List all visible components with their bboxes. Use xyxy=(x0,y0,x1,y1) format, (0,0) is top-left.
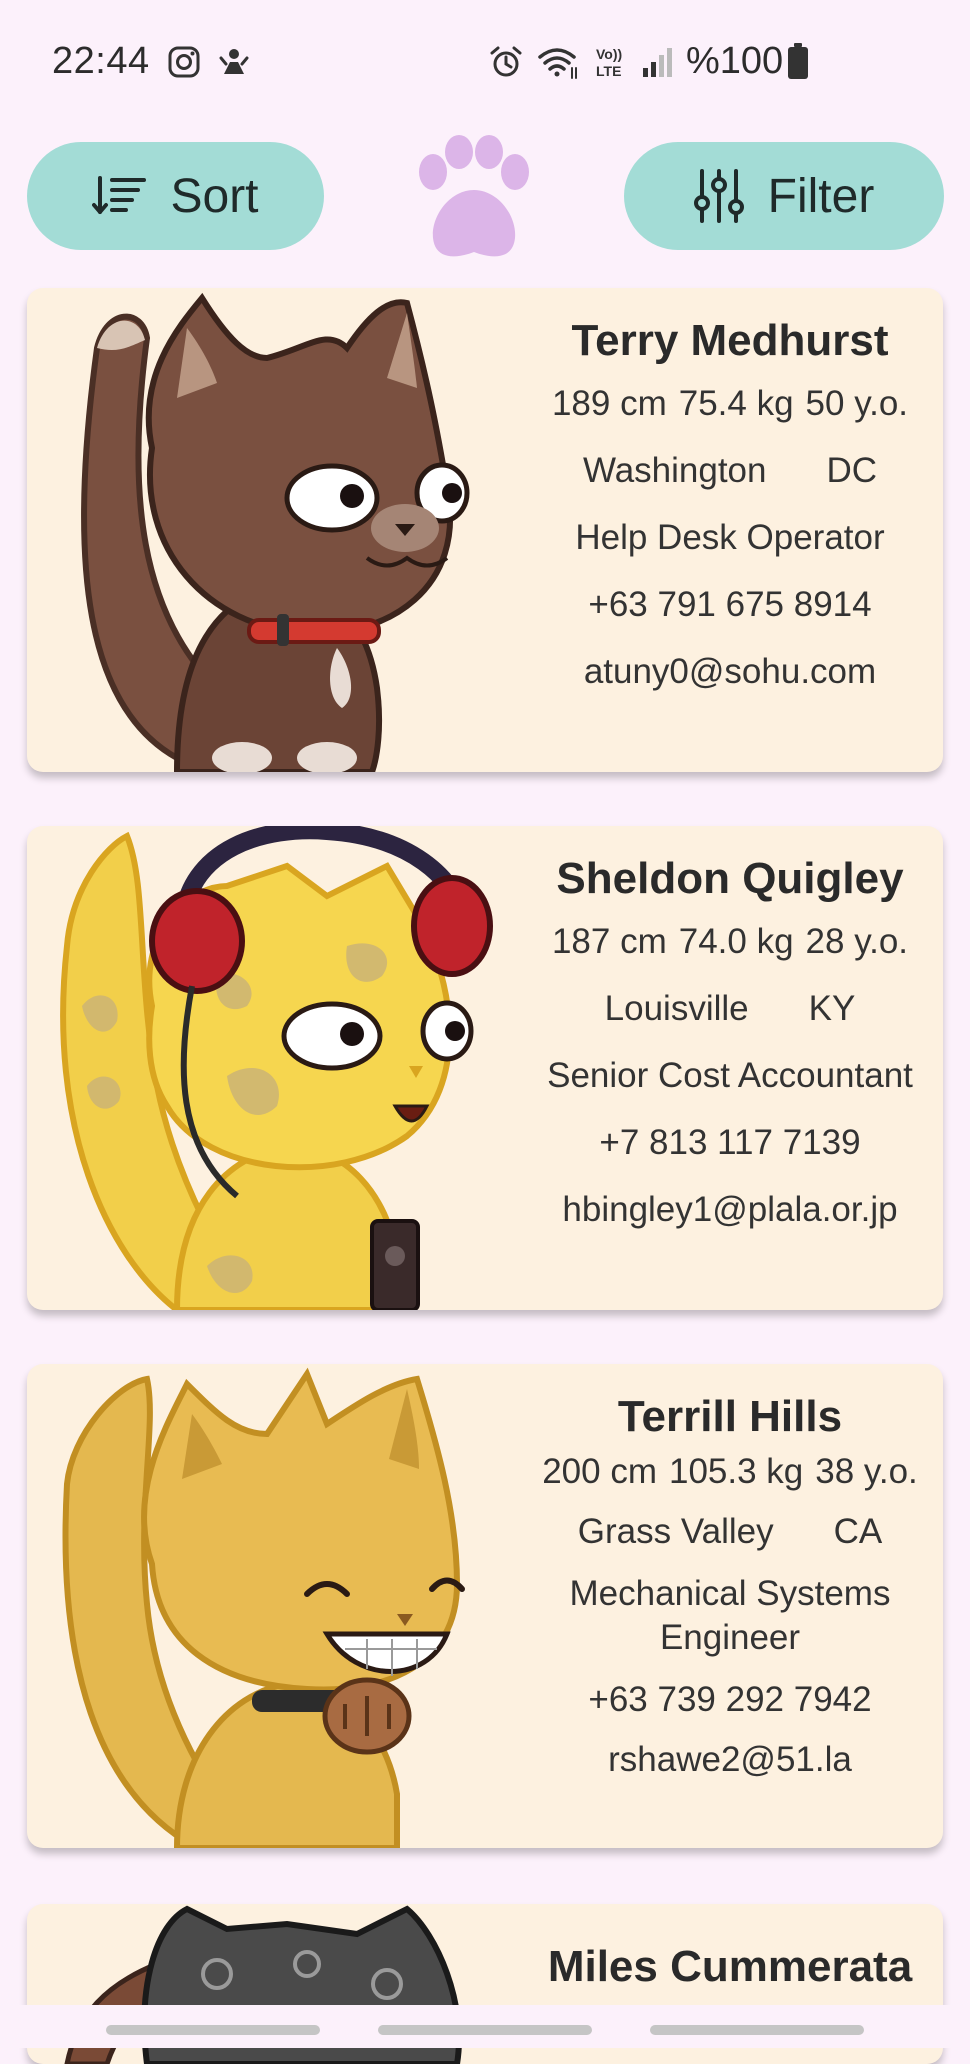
nav-home-handle[interactable] xyxy=(378,2025,592,2035)
filter-label: Filter xyxy=(767,169,875,223)
user-height: 200 cm xyxy=(542,1452,657,1491)
volte-icon: Vo)) LTE xyxy=(596,46,622,79)
user-stats: 189 cm 75.4 kg 50 y.o. xyxy=(517,384,943,424)
user-email[interactable]: hbingley1@plala.or.jp xyxy=(517,1190,943,1230)
svg-text:LTE: LTE xyxy=(596,63,621,79)
sort-button[interactable]: Sort xyxy=(27,142,324,250)
user-phone[interactable]: +63 791 675 8914 xyxy=(517,585,943,625)
card-info: Miles Cummerata xyxy=(517,1904,943,1992)
sort-icon xyxy=(92,176,147,214)
user-city: Grass Valley xyxy=(577,1512,774,1551)
user-location: Grass Valley CA xyxy=(517,1512,943,1552)
paw-logo-icon xyxy=(419,135,529,257)
card-info: Terrill Hills 200 cm 105.3 kg 38 y.o. Gras… xyxy=(517,1364,943,1780)
user-state: DC xyxy=(826,451,878,490)
nav-back-handle[interactable] xyxy=(650,2025,864,2035)
sort-label: Sort xyxy=(170,169,259,223)
user-city: Louisville xyxy=(604,989,749,1028)
user-age: 50 y.o. xyxy=(805,384,909,423)
user-name: Sheldon Quigley xyxy=(556,854,904,903)
user-state: KY xyxy=(808,989,856,1028)
status-time: 22:44 xyxy=(52,40,150,82)
user-weight: 74.0 kg xyxy=(678,922,794,961)
user-stats: 200 cm 105.3 kg 38 y.o. xyxy=(517,1452,943,1492)
golden-cat-collar-avatar xyxy=(62,1367,465,1848)
user-card[interactable]: Terry Medhurst 189 cm 75.4 kg 50 y.o. Wash… xyxy=(27,288,943,772)
yellow-cat-headphones-avatar xyxy=(60,826,493,1310)
user-job: Help Desk Operator xyxy=(575,518,885,557)
user-card[interactable]: Sheldon Quigley 187 cm 74.0 kg 28 y.o. Lou… xyxy=(27,826,943,1310)
navigation-bar xyxy=(0,2005,970,2048)
battery-percentage: %100 xyxy=(686,40,784,82)
brown-cat-avatar xyxy=(81,292,470,772)
user-job: Senior Cost Accountant xyxy=(547,1056,913,1095)
instagram-icon xyxy=(168,46,200,78)
wifi-icon xyxy=(538,48,577,79)
user-email[interactable]: atuny0@sohu.com xyxy=(517,652,943,692)
user-weight: 75.4 kg xyxy=(678,384,794,423)
user-email[interactable]: rshawe2@51.la xyxy=(517,1740,943,1780)
user-state: CA xyxy=(833,1512,883,1551)
user-name: Miles Cummerata xyxy=(547,1942,913,1991)
status-bar: 22:44 Vo)) LTE %100 xyxy=(0,0,970,110)
user-name: Terry Medhurst xyxy=(571,316,889,365)
filter-sliders-icon xyxy=(693,169,744,223)
card-info: Sheldon Quigley 187 cm 74.0 kg 28 y.o. Lou… xyxy=(517,826,943,1230)
user-age: 38 y.o. xyxy=(815,1452,918,1491)
svg-text:Vo)): Vo)) xyxy=(596,46,622,62)
filter-button[interactable]: Filter xyxy=(624,142,944,250)
signal-icon xyxy=(643,48,672,77)
user-city: Washington xyxy=(582,451,767,490)
user-job: Mechanical Systems Engineer xyxy=(569,1574,891,1657)
user-stats: 187 cm 74.0 kg 28 y.o. xyxy=(517,922,943,962)
user-age: 28 y.o. xyxy=(805,922,909,961)
user-height: 189 cm xyxy=(551,384,667,423)
user-phone[interactable]: +63 739 292 7942 xyxy=(517,1680,943,1720)
user-weight: 105.3 kg xyxy=(669,1452,804,1491)
user-height: 187 cm xyxy=(551,922,667,961)
alarm-icon xyxy=(490,46,522,77)
user-card[interactable]: Terrill Hills 200 cm 105.3 kg 38 y.o. Gras… xyxy=(27,1364,943,1848)
user-name: Terrill Hills xyxy=(617,1392,843,1441)
user-location: Washington DC xyxy=(517,451,943,491)
user-phone[interactable]: +7 813 117 7139 xyxy=(517,1123,943,1163)
card-info: Terry Medhurst 189 cm 75.4 kg 50 y.o. Wash… xyxy=(517,288,943,692)
nav-recents-handle[interactable] xyxy=(106,2025,320,2035)
battery-icon xyxy=(788,43,808,79)
user-location: Louisville KY xyxy=(517,989,943,1029)
notification-icon xyxy=(219,49,249,74)
